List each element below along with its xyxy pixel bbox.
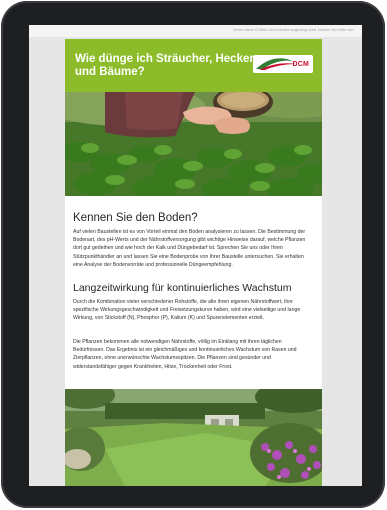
hero-image	[65, 92, 322, 196]
view-online-link[interactable]: Wenn diese E-Mail nicht korrekt angezeig…	[233, 27, 354, 32]
section-paragraph-plant-growth: Die Pflanzen bekommen alle notwendigen N…	[73, 339, 297, 370]
section-paragraph-soil: Auf vielen Baustellen ist es von Vorteil…	[73, 229, 306, 268]
dcm-logo-text: DCM	[292, 61, 309, 68]
tablet-frame: Wenn diese E-Mail nicht korrekt angezeig…	[1, 1, 385, 508]
section-heading-longterm: Langzeitwirkung für kontinuierliches Wac…	[73, 282, 292, 294]
garden-image	[65, 389, 322, 486]
email-viewport: Wenn diese E-Mail nicht korrekt angezeig…	[29, 25, 362, 486]
section-paragraph-raw-materials: Durch die Kombination vieler verschieden…	[73, 299, 301, 322]
newsletter-title: Wie dünge ich Sträucher, Hecken und Bäum…	[75, 53, 257, 78]
newsletter-header: Wie dünge ich Sträucher, Hecken und Bäum…	[65, 39, 322, 92]
preheader-bar: Wenn diese E-Mail nicht korrekt angezeig…	[29, 25, 362, 37]
hands-spreading-fertilizer-icon	[65, 92, 322, 196]
garden-lawn-icon	[65, 389, 322, 486]
newsletter-card: Wie dünge ich Sträucher, Hecken und Bäum…	[65, 39, 322, 486]
section-heading-soil: Kennen Sie den Boden?	[73, 212, 198, 224]
dcm-logo[interactable]: DCM	[253, 55, 313, 73]
